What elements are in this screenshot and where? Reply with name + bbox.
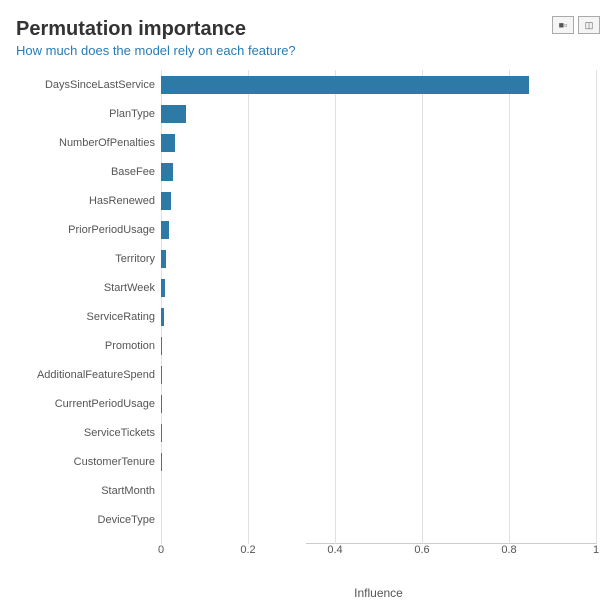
bar-row xyxy=(161,186,596,215)
y-label: AdditionalFeatureSpend xyxy=(37,360,155,389)
y-label: ServiceTickets xyxy=(84,418,155,447)
y-label: BaseFee xyxy=(111,157,155,186)
bar xyxy=(161,337,162,355)
bar-row xyxy=(161,157,596,186)
bar-row xyxy=(161,476,596,505)
view-icons: ■▫ ◫ xyxy=(552,16,600,34)
x-tick-label: 0.8 xyxy=(501,544,516,556)
bar-row xyxy=(161,215,596,244)
y-label: HasRenewed xyxy=(89,186,155,215)
bar xyxy=(161,163,173,181)
y-label: CurrentPeriodUsage xyxy=(55,389,155,418)
bar-row xyxy=(161,447,596,476)
y-label: PlanType xyxy=(109,99,155,128)
bar-row xyxy=(161,389,596,418)
x-axis-labels-container: 0 0.2 0.4 0.6 0.8 1 xyxy=(161,544,596,568)
x-tick-label: 0.4 xyxy=(327,544,342,556)
chart-subtitle: How much does the model rely on each fea… xyxy=(16,43,596,58)
main-container: Permutation importance How much does the… xyxy=(0,0,612,613)
chart-title: Permutation importance xyxy=(16,18,596,41)
bar-row xyxy=(161,418,596,447)
bar-row xyxy=(161,244,596,273)
x-tick-label: 1 xyxy=(593,544,599,556)
y-label: CustomerTenure xyxy=(74,447,155,476)
split-view-button[interactable]: ◫ xyxy=(578,16,600,34)
y-label: Promotion xyxy=(105,331,155,360)
bar xyxy=(161,105,186,123)
x-axis-title: Influence xyxy=(161,586,596,600)
y-label: NumberOfPenalties xyxy=(59,128,155,157)
bars-rows xyxy=(161,70,596,543)
bar xyxy=(161,76,529,94)
bar xyxy=(161,134,175,152)
bar xyxy=(161,192,171,210)
bars-section xyxy=(161,70,596,544)
single-view-button[interactable]: ■▫ xyxy=(552,16,574,34)
bar xyxy=(161,308,164,326)
y-label: Territory xyxy=(115,244,155,273)
bar-row xyxy=(161,70,596,99)
y-label: PriorPeriodUsage xyxy=(68,215,155,244)
bar-row xyxy=(161,505,596,534)
bar-row xyxy=(161,99,596,128)
bar-row xyxy=(161,331,596,360)
y-label: DeviceType xyxy=(98,505,155,534)
x-tick-label: 0 xyxy=(158,544,164,556)
chart-inner: DaysSinceLastServicePlanTypeNumberOfPena… xyxy=(16,70,596,544)
x-tick-label: 0.6 xyxy=(414,544,429,556)
bar-row xyxy=(161,128,596,157)
y-label: DaysSinceLastService xyxy=(45,70,155,99)
chart-area: DaysSinceLastServicePlanTypeNumberOfPena… xyxy=(16,70,596,600)
bar-row xyxy=(161,360,596,389)
bar-row xyxy=(161,302,596,331)
y-label: ServiceRating xyxy=(87,302,155,331)
bar xyxy=(161,250,166,268)
y-label: StartMonth xyxy=(101,476,155,505)
bar-row xyxy=(161,273,596,302)
bar xyxy=(161,221,169,239)
grid-line xyxy=(596,70,597,544)
y-axis-labels: DaysSinceLastServicePlanTypeNumberOfPena… xyxy=(16,70,161,544)
bar xyxy=(161,279,165,297)
x-tick-label: 0.2 xyxy=(240,544,255,556)
y-label: StartWeek xyxy=(104,273,155,302)
